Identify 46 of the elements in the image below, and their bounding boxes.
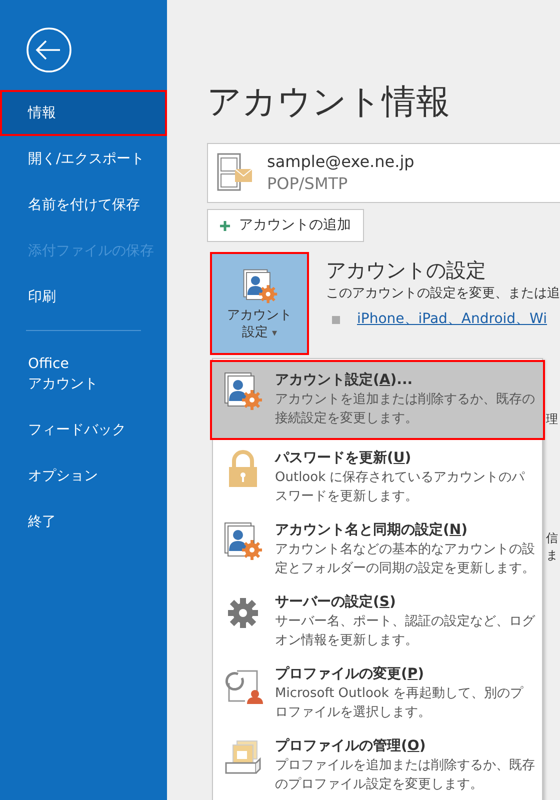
menu-item-title: パスワードを更新(U) <box>275 448 412 468</box>
sidebar-item[interactable]: 情報 <box>0 90 167 136</box>
menu-item-title: アカウント名と同期の設定(N) <box>275 520 469 540</box>
sidebar-item[interactable]: 印刷 <box>0 274 167 320</box>
section-description: このアカウントの設定を変更、または追 <box>326 285 560 303</box>
page-title: アカウント情報 <box>207 81 451 124</box>
menu-item-description: サーバー名、ポート、認証の設定など、ログオン情報を更新します。 <box>275 613 535 650</box>
menu-item-description: Microsoft Outlook を再起動して、別のプロファイルを選択します。 <box>275 685 524 722</box>
add-account-button[interactable]: アカウントの追加 <box>207 209 364 242</box>
account-settings-button[interactable]: アカウント設定 ▾ <box>210 252 309 355</box>
back-button[interactable] <box>26 27 72 73</box>
sidebar-item[interactable]: 名前を付けて保存 <box>0 182 167 228</box>
bullet-icon <box>332 316 340 324</box>
menu-item[interactable]: プロファイルの管理(O) プロファイルを追加または削除するか、既存のプロファイル設定を変更します。 <box>213 728 542 800</box>
caret-icon: ▾ <box>272 328 278 339</box>
text-fragment: 理 <box>546 412 558 426</box>
menu-item[interactable]: プロファイルの変更(P) Microsoft Outlook を再起動して、別のプロファイルを選択します。 <box>213 656 542 728</box>
section-heading: アカウントの設定 <box>326 257 487 284</box>
menu-item-title: サーバーの設定(S) <box>275 592 397 612</box>
sidebar-item[interactable]: 開く/エクスポート <box>0 136 167 182</box>
account-gear-icon <box>223 371 263 411</box>
file-cabinet-mail-icon <box>217 153 253 193</box>
menu-item-description: アカウントを追加または削除するか、既存の接続設定を変更します。 <box>275 391 535 428</box>
mobile-apps-link[interactable]: iPhone、iPad、Android、Wi <box>357 309 547 330</box>
menu-item-title: プロファイルの管理(O) <box>275 737 427 756</box>
account-type: POP/SMTP <box>267 173 349 195</box>
text-fragment: ま <box>546 548 558 562</box>
sidebar-item[interactable]: Office アカウント <box>0 341 167 407</box>
menu-item-title: アカウント設定(A)... <box>275 370 414 390</box>
menu-item[interactable]: アカウント設定(A)... アカウントを追加または削除するか、既存の接続設定を変更します。 <box>210 360 545 440</box>
account-gear-icon <box>223 521 263 561</box>
sidebar-item[interactable]: 終了 <box>0 499 167 545</box>
text-fragment: 信 <box>546 531 558 545</box>
sidebar-item[interactable]: オプション <box>0 453 167 499</box>
menu-item-description: アカウント名などの基本的なアカウントの設定とフォルダーの同期の設定を更新します。 <box>275 541 535 578</box>
menu-item[interactable]: アカウント名と同期の設定(N) アカウント名などの基本的なアカウントの設定とフォルダーの同期の設定を更新します。 <box>213 512 542 584</box>
menu-item-description: Outlook に保存されているアカウントのパスワードを更新します。 <box>275 469 526 506</box>
menu-item[interactable]: パスワードを更新(U) Outlook に保存されているアカウントのパスワードを更新します。 <box>213 440 542 512</box>
account-email: sample@exe.ne.jp <box>267 151 414 173</box>
sidebar-item[interactable]: フィードバック <box>0 407 167 453</box>
menu-item-description: プロファイルを追加または削除するか、既存のプロファイル設定を変更します。 <box>275 757 535 794</box>
menu-item[interactable]: サーバーの設定(S) サーバー名、ポート、認証の設定など、ログオン情報を更新します。 <box>213 584 542 656</box>
menu-item-title: プロファイルの変更(P) <box>275 664 426 684</box>
account-gear-icon <box>242 268 278 304</box>
plus-icon <box>220 220 230 230</box>
account-selector[interactable]: sample@exe.ne.jp POP/SMTP <box>207 143 560 203</box>
